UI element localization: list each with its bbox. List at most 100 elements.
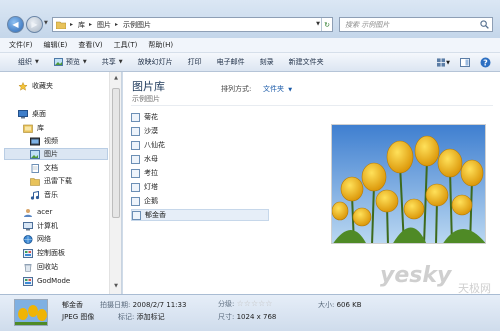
help-icon: ? bbox=[480, 57, 491, 68]
size-label: 大小: bbox=[318, 301, 335, 309]
slideshow-button[interactable]: 放映幻灯片 bbox=[138, 57, 173, 67]
crumb-separator-icon[interactable]: ▸ bbox=[89, 21, 92, 28]
detail-file-type: JPEG 图像 bbox=[62, 313, 95, 321]
nav-item-documents[interactable]: 文档 bbox=[30, 162, 58, 174]
menu-help[interactable]: 帮助(H) bbox=[148, 40, 173, 50]
address-box[interactable]: ▸ 库 ▸ 图片 ▸ 示例图片 ▼ ↻ bbox=[52, 17, 333, 32]
crumb-sample-pictures[interactable]: 示例图片 bbox=[123, 20, 151, 30]
share-button[interactable]: 共享 ▼ bbox=[102, 57, 123, 67]
nav-item-music[interactable]: 音乐 bbox=[30, 189, 58, 201]
svg-text:天极网: 天极网 bbox=[458, 281, 491, 294]
new-folder-button[interactable]: 新建文件夹 bbox=[289, 57, 324, 67]
date-value: 2008/2/7 11:33 bbox=[132, 301, 187, 309]
file-item[interactable]: 灯塔 bbox=[131, 181, 269, 193]
rating-stars[interactable]: ☆☆☆☆☆ bbox=[237, 299, 273, 308]
star-icon[interactable]: ☆ bbox=[244, 299, 251, 308]
search-input[interactable]: 搜索 示例图片 bbox=[339, 17, 493, 32]
nav-label: 收藏夹 bbox=[32, 82, 53, 90]
file-item[interactable]: 八仙花 bbox=[131, 139, 269, 151]
nav-label: 文档 bbox=[44, 164, 58, 172]
tulips-picture bbox=[332, 125, 485, 243]
nav-item-acer[interactable]: acer bbox=[23, 206, 52, 218]
crumb-separator-icon[interactable]: ▸ bbox=[70, 21, 73, 28]
nav-item-thunder-downloads[interactable]: 迅雷下载 bbox=[30, 175, 72, 187]
nav-item-desktop[interactable]: 桌面 bbox=[18, 108, 46, 120]
nav-item-control-panel[interactable]: 控制面板 bbox=[23, 247, 65, 259]
date-label: 拍摄日期: bbox=[100, 301, 131, 309]
chevron-down-icon: ▼ bbox=[288, 87, 293, 93]
preview-image-tulips bbox=[331, 124, 486, 244]
file-item[interactable]: 考拉 bbox=[131, 167, 269, 179]
star-icon[interactable]: ☆ bbox=[265, 299, 272, 308]
nav-item-computer[interactable]: 计算机 bbox=[23, 220, 58, 232]
preview-button[interactable]: 预览 ▼ bbox=[53, 57, 87, 67]
help-button[interactable]: ? bbox=[479, 56, 492, 69]
nav-scrollbar[interactable]: ▲ ▼ bbox=[109, 72, 121, 294]
nav-item-videos[interactable]: 视频 bbox=[30, 135, 58, 147]
svg-text:?: ? bbox=[483, 58, 488, 67]
detail-file-name: 郁金香 bbox=[62, 301, 83, 309]
menu-file[interactable]: 文件(F) bbox=[9, 40, 33, 50]
image-file-icon bbox=[131, 168, 140, 178]
print-button[interactable]: 打印 bbox=[188, 57, 202, 67]
crumb-separator-icon[interactable]: ▸ bbox=[115, 21, 118, 28]
image-icon bbox=[53, 58, 63, 66]
scroll-up-icon[interactable]: ▲ bbox=[112, 75, 120, 83]
nav-item-network[interactable]: 网络 bbox=[23, 233, 51, 245]
yesky-watermark-logo: yesky 天极网 bbox=[380, 263, 491, 294]
nav-label: GodMode bbox=[37, 277, 71, 285]
file-item-selected[interactable]: 郁金香 bbox=[131, 209, 269, 221]
nav-item-godmode[interactable]: GodMode bbox=[23, 275, 70, 287]
folder-icon bbox=[56, 21, 66, 29]
change-view-button[interactable]: ▼ bbox=[437, 56, 450, 69]
tags-label: 标记: bbox=[118, 313, 135, 321]
arrow-left-icon: ◀ bbox=[12, 20, 19, 29]
size-value: 606 KB bbox=[336, 301, 362, 309]
organize-button[interactable]: 组织 ▼ bbox=[18, 57, 39, 67]
burn-button[interactable]: 刻录 bbox=[260, 57, 274, 67]
address-bar-area: ◀ ▶ ▼ ▸ 库 ▸ 图片 ▸ 示例图片 ▼ ↻ 搜索 示例图片 bbox=[0, 0, 500, 38]
recent-pages-dropdown[interactable]: ▼ bbox=[44, 20, 50, 29]
email-button[interactable]: 电子邮件 bbox=[217, 57, 245, 67]
nav-label: 迅雷下载 bbox=[44, 177, 72, 185]
image-file-icon bbox=[131, 126, 140, 136]
tags-field[interactable]: 添加标记 bbox=[137, 313, 165, 321]
file-item[interactable]: 水母 bbox=[131, 153, 269, 165]
scroll-thumb[interactable] bbox=[112, 88, 120, 218]
refresh-button[interactable]: ↻ bbox=[321, 18, 332, 31]
network-icon bbox=[23, 234, 33, 244]
arrange-by-dropdown[interactable]: 文件夹 ▼ bbox=[263, 84, 292, 94]
print-label: 打印 bbox=[187, 58, 202, 66]
crumb-pictures[interactable]: 图片 bbox=[97, 20, 111, 30]
star-icon bbox=[18, 81, 28, 91]
arrow-right-icon: ▶ bbox=[31, 20, 38, 29]
view-grid-icon bbox=[437, 58, 446, 67]
file-item[interactable]: 沙漠 bbox=[131, 125, 269, 137]
search-icon[interactable] bbox=[480, 20, 489, 29]
scroll-down-icon[interactable]: ▼ bbox=[112, 283, 120, 291]
desktop-icon bbox=[18, 109, 28, 118]
slideshow-label: 放映幻灯片 bbox=[137, 58, 173, 66]
nav-item-recycle-bin[interactable]: 回收站 bbox=[23, 261, 58, 273]
preview-label: 预览 bbox=[65, 58, 80, 66]
forward-button[interactable]: ▶ bbox=[26, 16, 43, 33]
music-icon bbox=[30, 190, 40, 200]
back-button[interactable]: ◀ bbox=[7, 16, 24, 33]
menu-tools[interactable]: 工具(T) bbox=[114, 40, 138, 50]
nav-item-favorites[interactable]: 收藏夹 bbox=[18, 80, 53, 92]
crumb-libraries[interactable]: 库 bbox=[78, 20, 85, 30]
star-icon[interactable]: ☆ bbox=[237, 299, 244, 308]
preview-pane-button[interactable] bbox=[458, 56, 471, 69]
file-item[interactable]: 企鹅 bbox=[131, 195, 269, 207]
file-item[interactable]: 菊花 bbox=[131, 111, 269, 123]
nav-item-libraries[interactable]: 库 bbox=[23, 122, 44, 134]
control-panel-icon bbox=[23, 248, 33, 258]
menu-edit[interactable]: 编辑(E) bbox=[44, 40, 68, 50]
nav-label: 音乐 bbox=[44, 191, 58, 199]
control-panel-icon bbox=[23, 276, 33, 286]
file-name: 考拉 bbox=[144, 169, 158, 177]
nav-item-pictures[interactable]: 图片 bbox=[4, 148, 108, 160]
chevron-down-icon[interactable]: ▼ bbox=[316, 21, 320, 27]
menu-view[interactable]: 查看(V) bbox=[78, 40, 102, 50]
recycle-bin-icon bbox=[24, 263, 32, 272]
